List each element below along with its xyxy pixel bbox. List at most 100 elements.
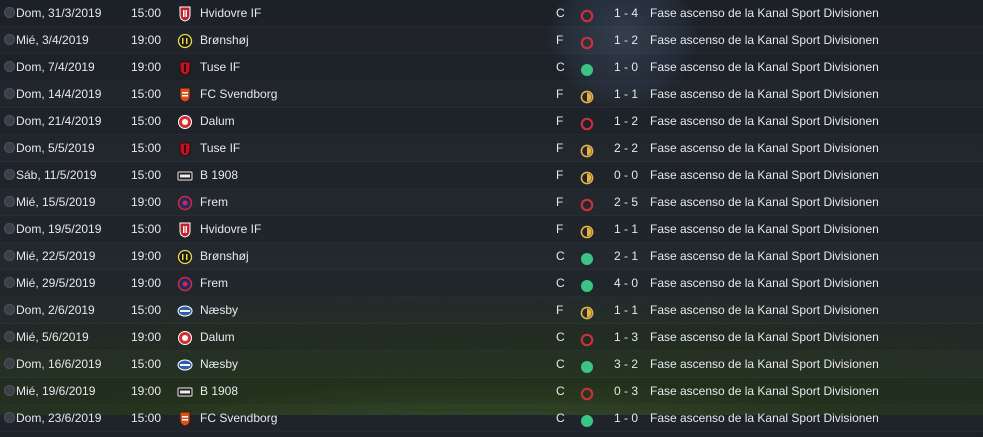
competition-name[interactable]: Fase ascenso de la Kanal Sport Divisione… bbox=[650, 216, 879, 242]
row-select-icon[interactable] bbox=[4, 385, 15, 396]
match-score[interactable]: 1 - 0 bbox=[614, 54, 638, 80]
fixture-row[interactable]: Mié, 15/5/2019 19:00 Frem F 2 - 5 Fase a… bbox=[0, 189, 983, 216]
competition-name[interactable]: Fase ascenso de la Kanal Sport Divisione… bbox=[650, 351, 879, 377]
opponent-name[interactable]: Brønshøj bbox=[200, 27, 249, 53]
row-select-icon[interactable] bbox=[4, 358, 15, 369]
match-score[interactable]: 0 - 0 bbox=[614, 162, 638, 188]
loss-result-icon bbox=[580, 384, 594, 401]
match-date: Dom, 21/4/2019 bbox=[16, 114, 102, 128]
match-score[interactable]: 0 - 3 bbox=[614, 378, 638, 404]
match-score[interactable]: 1 - 2 bbox=[614, 27, 638, 53]
competition-name[interactable]: Fase ascenso de la Kanal Sport Divisione… bbox=[650, 81, 879, 107]
opponent-name[interactable]: Hvidovre IF bbox=[200, 216, 261, 242]
fixture-row[interactable]: Mié, 22/5/2019 19:00 Brønshøj C 2 - 1 Fa… bbox=[0, 243, 983, 270]
venue-indicator: C bbox=[556, 411, 565, 425]
fixtures-list: Dom, 31/3/2019 15:00 Hvidovre IF C 1 - 4… bbox=[0, 0, 983, 432]
venue-indicator: F bbox=[556, 141, 564, 155]
row-select-icon[interactable] bbox=[4, 223, 15, 234]
win-result-icon bbox=[580, 357, 594, 373]
match-score[interactable]: 1 - 1 bbox=[614, 216, 638, 242]
match-score[interactable]: 4 - 0 bbox=[614, 270, 638, 296]
match-date: Mié, 5/6/2019 bbox=[16, 330, 89, 344]
row-select-icon[interactable] bbox=[4, 61, 15, 72]
competition-name[interactable]: Fase ascenso de la Kanal Sport Divisione… bbox=[650, 0, 879, 26]
fixture-row[interactable]: Dom, 31/3/2019 15:00 Hvidovre IF C 1 - 4… bbox=[0, 0, 983, 27]
row-select-icon[interactable] bbox=[4, 7, 15, 18]
opponent-name[interactable]: B 1908 bbox=[200, 162, 238, 188]
opponent-name[interactable]: Næsby bbox=[200, 297, 238, 323]
competition-name[interactable]: Fase ascenso de la Kanal Sport Divisione… bbox=[650, 27, 879, 53]
match-date: Dom, 5/5/2019 bbox=[16, 141, 95, 155]
venue-indicator: F bbox=[556, 195, 564, 209]
fixture-row[interactable]: Dom, 5/5/2019 15:00 Tuse IF F 2 - 2 Fase… bbox=[0, 135, 983, 162]
venue-indicator: C bbox=[556, 276, 565, 290]
row-select-icon[interactable] bbox=[4, 277, 15, 288]
competition-name[interactable]: Fase ascenso de la Kanal Sport Divisione… bbox=[650, 405, 879, 431]
match-score[interactable]: 2 - 5 bbox=[614, 189, 638, 215]
frem-badge-icon bbox=[177, 194, 193, 211]
match-score[interactable]: 1 - 4 bbox=[614, 0, 638, 26]
competition-name[interactable]: Fase ascenso de la Kanal Sport Divisione… bbox=[650, 108, 879, 134]
match-date: Dom, 7/4/2019 bbox=[16, 60, 95, 74]
competition-name[interactable]: Fase ascenso de la Kanal Sport Divisione… bbox=[650, 324, 879, 350]
competition-name[interactable]: Fase ascenso de la Kanal Sport Divisione… bbox=[650, 189, 879, 215]
match-time: 15:00 bbox=[131, 168, 162, 182]
competition-name[interactable]: Fase ascenso de la Kanal Sport Divisione… bbox=[650, 54, 879, 80]
opponent-name[interactable]: Dalum bbox=[200, 324, 235, 350]
match-score[interactable]: 1 - 3 bbox=[614, 324, 638, 350]
fixture-row[interactable]: Mié, 29/5/2019 19:00 Frem C 4 - 0 Fase a… bbox=[0, 270, 983, 297]
fixture-row[interactable]: Sáb, 11/5/2019 15:00 B 1908 F 0 - 0 Fase… bbox=[0, 162, 983, 189]
fixture-row[interactable]: Dom, 21/4/2019 15:00 Dalum F 1 - 2 Fase … bbox=[0, 108, 983, 135]
match-score[interactable]: 2 - 2 bbox=[614, 135, 638, 161]
match-score[interactable]: 1 - 1 bbox=[614, 297, 638, 323]
match-score[interactable]: 3 - 2 bbox=[614, 351, 638, 377]
fixture-row[interactable]: Mié, 5/6/2019 19:00 Dalum C 1 - 3 Fase a… bbox=[0, 324, 983, 351]
competition-name[interactable]: Fase ascenso de la Kanal Sport Divisione… bbox=[650, 378, 879, 404]
row-select-icon[interactable] bbox=[4, 88, 15, 99]
fixture-row[interactable]: Dom, 14/4/2019 15:00 FC Svendborg F 1 - … bbox=[0, 81, 983, 108]
fixture-row[interactable]: Dom, 2/6/2019 15:00 Næsby F 1 - 1 Fase a… bbox=[0, 297, 983, 324]
row-select-icon[interactable] bbox=[4, 304, 15, 315]
opponent-name[interactable]: Næsby bbox=[200, 351, 238, 377]
row-select-icon[interactable] bbox=[4, 142, 15, 153]
competition-name[interactable]: Fase ascenso de la Kanal Sport Divisione… bbox=[650, 135, 879, 161]
opponent-name[interactable]: Frem bbox=[200, 189, 228, 215]
venue-indicator: F bbox=[556, 222, 564, 236]
match-score[interactable]: 1 - 2 bbox=[614, 108, 638, 134]
draw-result-icon bbox=[580, 141, 594, 158]
row-select-icon[interactable] bbox=[4, 115, 15, 126]
fixture-row[interactable]: Dom, 23/6/2019 15:00 FC Svendborg C 1 - … bbox=[0, 405, 983, 432]
row-select-icon[interactable] bbox=[4, 250, 15, 261]
opponent-name[interactable]: B 1908 bbox=[200, 378, 238, 404]
competition-name[interactable]: Fase ascenso de la Kanal Sport Divisione… bbox=[650, 297, 879, 323]
match-score[interactable]: 1 - 0 bbox=[614, 405, 638, 431]
opponent-name[interactable]: Tuse IF bbox=[200, 135, 240, 161]
loss-result-icon bbox=[580, 33, 594, 50]
match-score[interactable]: 1 - 1 bbox=[614, 81, 638, 107]
row-select-icon[interactable] bbox=[4, 412, 15, 423]
match-score[interactable]: 2 - 1 bbox=[614, 243, 638, 269]
row-select-icon[interactable] bbox=[4, 331, 15, 342]
row-select-icon[interactable] bbox=[4, 34, 15, 45]
venue-indicator: F bbox=[556, 33, 564, 47]
fixture-row[interactable]: Dom, 16/6/2019 15:00 Næsby C 3 - 2 Fase … bbox=[0, 351, 983, 378]
fixture-row[interactable]: Mié, 3/4/2019 19:00 Brønshøj F 1 - 2 Fas… bbox=[0, 27, 983, 54]
fixture-row[interactable]: Dom, 7/4/2019 19:00 Tuse IF C 1 - 0 Fase… bbox=[0, 54, 983, 81]
opponent-name[interactable]: Dalum bbox=[200, 108, 235, 134]
opponent-name[interactable]: FC Svendborg bbox=[200, 405, 277, 431]
row-select-icon[interactable] bbox=[4, 196, 15, 207]
competition-name[interactable]: Fase ascenso de la Kanal Sport Divisione… bbox=[650, 162, 879, 188]
opponent-name[interactable]: Brønshøj bbox=[200, 243, 249, 269]
row-select-icon[interactable] bbox=[4, 169, 15, 180]
match-time: 15:00 bbox=[131, 411, 162, 425]
opponent-name[interactable]: Tuse IF bbox=[200, 54, 240, 80]
competition-name[interactable]: Fase ascenso de la Kanal Sport Divisione… bbox=[650, 243, 879, 269]
opponent-name[interactable]: Hvidovre IF bbox=[200, 0, 261, 26]
win-result-icon bbox=[580, 411, 594, 427]
fixture-row[interactable]: Mié, 19/6/2019 19:00 B 1908 C 0 - 3 Fase… bbox=[0, 378, 983, 405]
competition-name[interactable]: Fase ascenso de la Kanal Sport Divisione… bbox=[650, 270, 879, 296]
opponent-name[interactable]: FC Svendborg bbox=[200, 81, 277, 107]
opponent-name[interactable]: Frem bbox=[200, 270, 228, 296]
venue-indicator: C bbox=[556, 6, 565, 20]
fixture-row[interactable]: Dom, 19/5/2019 15:00 Hvidovre IF F 1 - 1… bbox=[0, 216, 983, 243]
